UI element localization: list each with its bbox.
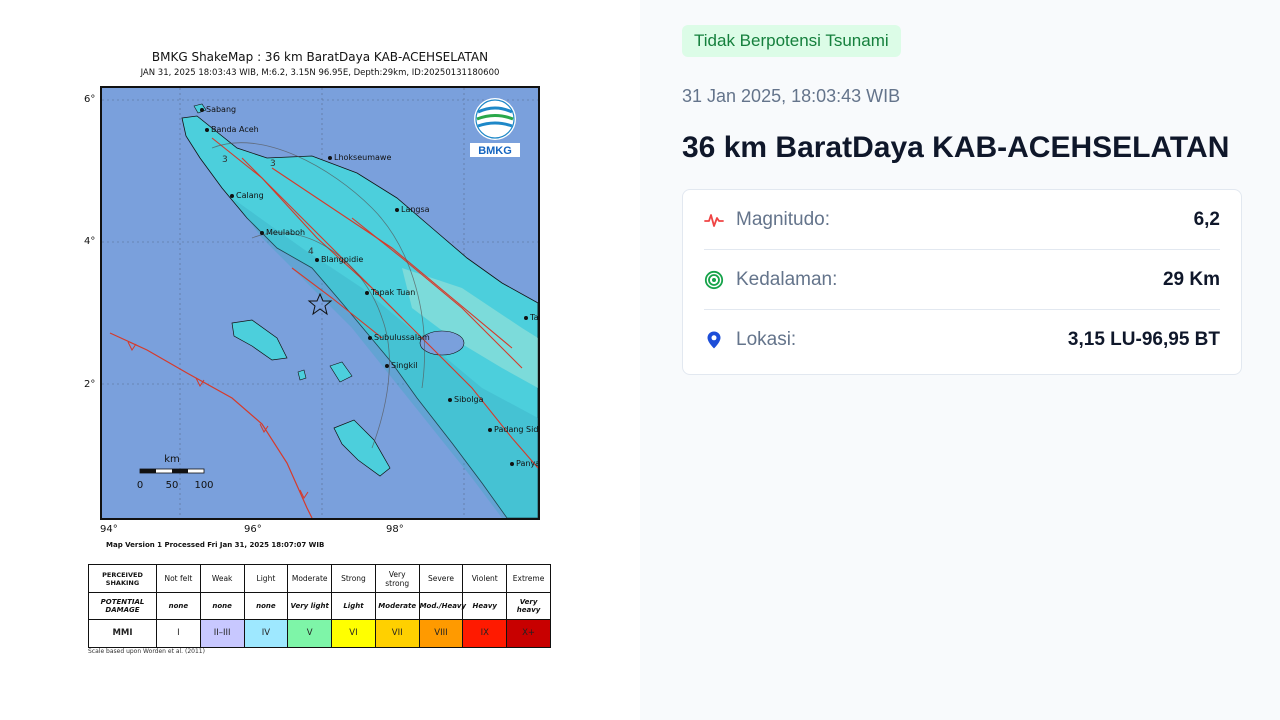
lat-tick: 6° xyxy=(84,94,96,105)
event-datetime: 31 Jan 2025, 18:03:43 WIB xyxy=(682,86,901,106)
mmi-cell: VI xyxy=(331,618,376,649)
city-label: Padang Sid xyxy=(494,425,538,434)
map-version-note: Map Version 1 Processed Fri Jan 31, 2025… xyxy=(106,541,325,549)
mmi-row: MMI I II–III IV V VI VII VIII IX X+ xyxy=(88,618,551,649)
city-label: Sibolga xyxy=(454,395,484,404)
shaking-cell: Very strong xyxy=(374,563,420,594)
location-row: Lokasi: 3,15 LU-96,95 BT xyxy=(704,310,1220,370)
scale-note: Scale based upon Worden et al. (2011) xyxy=(88,648,205,655)
damage-cell: none xyxy=(243,592,289,620)
lon-tick: 98° xyxy=(386,524,404,535)
scale-bar: km 0 50 100 xyxy=(137,454,214,491)
mmi-legend-table: PERCEIVED SHAKING Not felt Weak Light Mo… xyxy=(88,563,551,649)
city-label: Langsa xyxy=(401,205,430,214)
shaking-cell: Not felt xyxy=(156,563,201,594)
map-pin-icon xyxy=(704,330,724,350)
depth-value: 29 Km xyxy=(1162,268,1220,290)
shakemap-subtitle: JAN 31, 2025 18:03:43 WIB, M:6.2, 3.15N … xyxy=(140,68,500,78)
lon-tick: 94° xyxy=(100,524,118,535)
svg-text:km: km xyxy=(164,454,180,465)
mmi-cell: IX xyxy=(462,618,508,649)
mmi-cell: I xyxy=(156,618,201,649)
row-header: POTENTIAL DAMAGE xyxy=(88,592,157,620)
row-header: MMI xyxy=(88,618,157,649)
shaking-cell: Extreme xyxy=(506,563,551,594)
shakemap-image: Sabang Banda Aceh Lhokseumawe Calang Lan… xyxy=(100,86,540,520)
mmi-cell: II–III xyxy=(199,618,245,649)
damage-cell: Moderate xyxy=(374,592,420,620)
magnitude-label: Magnitudo: xyxy=(736,208,831,230)
city-label: Subulussalam xyxy=(374,333,430,342)
location-value: 3,15 LU-96,95 BT xyxy=(1067,329,1220,350)
damage-cell: Light xyxy=(331,592,376,620)
city-label: Tapak Tuan xyxy=(370,288,415,297)
lon-tick: 96° xyxy=(244,524,262,535)
mmi-cell: X+ xyxy=(506,618,551,649)
svg-text:100: 100 xyxy=(194,480,213,491)
damage-cell: Very heavy xyxy=(506,592,551,620)
contour-label: 4 xyxy=(308,247,314,257)
city-label: Calang xyxy=(236,191,264,200)
city-label: Sabang xyxy=(206,105,236,114)
magnitude-value: 6,2 xyxy=(1193,208,1220,230)
city-label: Ta xyxy=(529,313,538,322)
mmi-cell: VIII xyxy=(418,618,464,649)
city-label: Blangpidie xyxy=(321,255,363,264)
shaking-cell: Light xyxy=(243,563,289,594)
damage-cell: Very light xyxy=(287,592,333,620)
damage-cell: Mod./Heavy xyxy=(418,592,466,620)
pulse-icon xyxy=(704,210,724,230)
event-location-title: 36 km BaratDaya KAB-ACEHSELATAN xyxy=(682,131,1230,164)
depth-label: Kedalaman: xyxy=(736,268,838,290)
perceived-shaking-row: PERCEIVED SHAKING Not felt Weak Light Mo… xyxy=(88,563,551,594)
shaking-cell: Moderate xyxy=(287,563,333,594)
location-label: Lokasi: xyxy=(736,329,797,350)
event-details-card: Magnitudo: 6,2 Kedalaman: 29 Km Lokasi: … xyxy=(682,189,1242,375)
shaking-cell: Violent xyxy=(462,563,508,594)
shaking-cell: Weak xyxy=(199,563,245,594)
city-label: Banda Aceh xyxy=(211,125,259,134)
damage-cell: Heavy xyxy=(462,592,508,620)
shakemap-title: BMKG ShakeMap : 36 km BaratDaya KAB-ACEH… xyxy=(151,50,489,64)
damage-cell: none xyxy=(199,592,245,620)
potential-damage-row: POTENTIAL DAMAGE none none none Very lig… xyxy=(88,592,551,620)
city-label: Lhokseumawe xyxy=(334,153,391,162)
magnitude-row: Magnitudo: 6,2 xyxy=(704,190,1220,250)
mmi-cell: V xyxy=(287,618,333,649)
target-icon xyxy=(704,270,724,290)
mmi-cell: VII xyxy=(374,618,420,649)
contour-label: 3 xyxy=(222,155,228,165)
damage-cell: none xyxy=(156,592,201,620)
lat-tick: 4° xyxy=(84,236,96,247)
svg-text:0: 0 xyxy=(137,480,143,491)
shaking-cell: Strong xyxy=(331,563,376,594)
city-label: Panya xyxy=(516,459,538,468)
tsunami-status-badge: Tidak Berpotensi Tsunami xyxy=(682,25,901,57)
svg-text:50: 50 xyxy=(166,480,179,491)
svg-text:BMKG: BMKG xyxy=(478,145,512,157)
contour-label: 3 xyxy=(270,159,276,169)
shaking-cell: Severe xyxy=(418,563,464,594)
lat-tick: 2° xyxy=(84,379,96,390)
mmi-cell: IV xyxy=(243,618,289,649)
shakemap-svg: Sabang Banda Aceh Lhokseumawe Calang Lan… xyxy=(102,88,538,518)
bmkg-logo: BMKG xyxy=(470,98,520,157)
city-label: Meulaboh xyxy=(266,228,305,237)
row-header: PERCEIVED SHAKING xyxy=(88,563,157,594)
city-label: Singkil xyxy=(391,361,418,370)
depth-row: Kedalaman: 29 Km xyxy=(704,250,1220,310)
